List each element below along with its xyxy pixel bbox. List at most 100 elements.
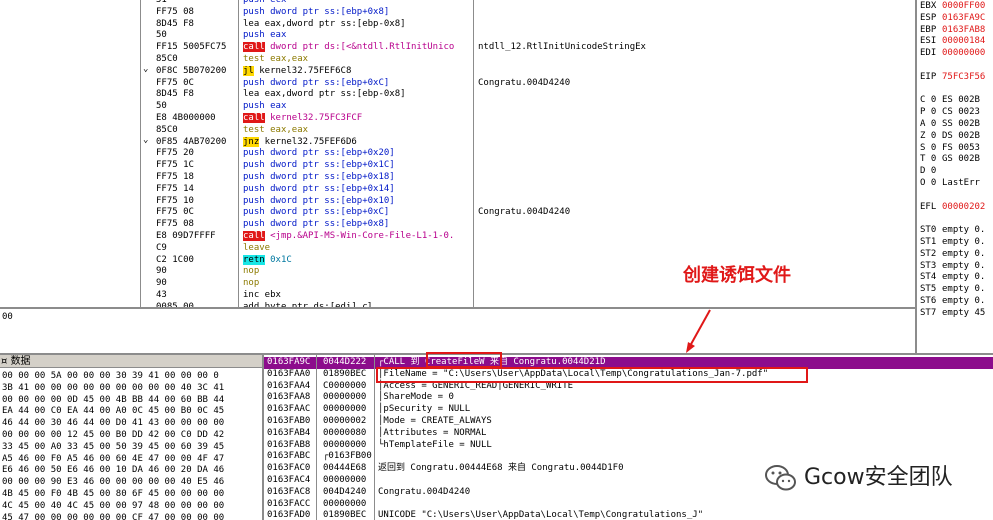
dump-row[interactable]: EA 44 00 C0 EA 44 00 A0 0C 45 00 B0 0C 4… bbox=[0, 406, 262, 418]
disasm-hex: C2 1C00 bbox=[156, 254, 194, 265]
register-row[interactable]: EBX 0000FF00 bbox=[920, 1, 993, 13]
register-row[interactable]: P 0 CS 0023 bbox=[920, 107, 993, 119]
disasm-hex: FF75 14 bbox=[156, 183, 194, 194]
register-row[interactable]: ST2 empty 0. bbox=[920, 249, 993, 261]
disasm-row[interactable]: FF75 0C push dword ptr ss:[ebp+0xC] Congra… bbox=[0, 78, 915, 90]
disasm-row[interactable]: FF75 10 push dword ptr ss:[ebp+0x10] bbox=[0, 196, 915, 208]
register-row[interactable]: ST5 empty 0. bbox=[920, 284, 993, 296]
disasm-operands: eax,eax bbox=[264, 124, 309, 135]
disasm-row[interactable]: ⌄ 0F85 4AB70200 jnz kernel32.75FEF6D6 bbox=[0, 135, 915, 149]
stack-comment: │Attributes = NORMAL bbox=[378, 427, 487, 438]
register-row[interactable]: ST3 empty 0. bbox=[920, 261, 993, 273]
register-row[interactable]: S 0 FS 0053 bbox=[920, 143, 993, 155]
register-row[interactable]: Z 0 DS 002B bbox=[920, 131, 993, 143]
disasm-row[interactable]: E8 4B000000 call kernel32.75FC3FCF bbox=[0, 112, 915, 125]
disasm-row[interactable]: FF75 18 push dword ptr ss:[ebp+0x18] bbox=[0, 172, 915, 184]
disasm-hex: 85C0 bbox=[156, 53, 178, 64]
disasm-row[interactable]: FF75 0C push dword ptr ss:[ebp+0xC] Congra… bbox=[0, 207, 915, 219]
dump-row[interactable]: 4B 45 00 F0 4B 45 00 80 6F 45 00 00 00 0… bbox=[0, 489, 262, 501]
register-row[interactable]: D 0 bbox=[920, 166, 993, 178]
dump-row[interactable]: A5 46 00 F0 A5 46 00 60 4E 47 00 00 4F 4… bbox=[0, 454, 262, 466]
disasm-mnemonic: push bbox=[243, 195, 265, 206]
disasm-row[interactable]: 50 push eax bbox=[0, 30, 915, 42]
register-row[interactable]: EBP 0163FAB8 bbox=[920, 25, 993, 37]
disasm-instruction: push dword ptr ss:[ebp+0x10] bbox=[243, 196, 395, 208]
dump-row[interactable]: 00 00 00 00 12 45 00 B0 DD 42 00 C0 DD 4… bbox=[0, 430, 262, 442]
register-row[interactable]: ST7 empty 45 bbox=[920, 308, 993, 320]
disasm-mnemonic: nop bbox=[243, 266, 260, 277]
dump-row[interactable]: 00 00 00 90 E3 46 00 00 00 00 00 40 E5 4… bbox=[0, 477, 262, 489]
stack-address: 0163FAB0 bbox=[267, 415, 311, 426]
register-row[interactable]: ESI 00000184 bbox=[920, 36, 993, 48]
disasm-instruction: leave bbox=[243, 243, 270, 255]
disasm-hex: 90 bbox=[156, 278, 167, 289]
disasm-operands: dword ptr ss:[ebp+0x20] bbox=[264, 148, 395, 159]
register-row[interactable]: A 0 SS 002B bbox=[920, 119, 993, 131]
dump-row[interactable]: 3B 41 00 00 00 00 00 00 00 00 00 40 3C 4… bbox=[0, 383, 262, 395]
stack-comment: └hTemplateFile = NULL bbox=[378, 439, 492, 450]
horizontal-divider-1 bbox=[0, 307, 915, 309]
register-name: S 0 bbox=[920, 142, 937, 153]
disasm-row[interactable]: 8D45 F8 lea eax,dword ptr ss:[ebp-0x8] bbox=[0, 89, 915, 101]
stack-address: 0163FABC bbox=[267, 451, 311, 462]
disasm-row[interactable]: 50 push eax bbox=[0, 101, 915, 113]
disasm-instruction: push dword ptr ss:[ebp+0x14] bbox=[243, 184, 395, 196]
register-row[interactable]: EIP 75FC3F56 bbox=[920, 72, 993, 84]
stack-address: 0163FAD0 bbox=[267, 510, 311, 520]
disasm-row[interactable]: 51 push ecx bbox=[0, 0, 915, 7]
disasm-row[interactable]: 85C0 test eax,eax bbox=[0, 125, 915, 137]
disasm-row[interactable]: E8 09D7FFFF call <jmp.&API-MS-Win-Core-Fi… bbox=[0, 230, 915, 243]
disasm-row[interactable]: ⌄ 0F8C 5B070200 jl kernel32.75FEF6C8 bbox=[0, 64, 915, 78]
disasm-mnemonic: lea bbox=[243, 18, 260, 29]
register-row[interactable]: C 0 ES 002B bbox=[920, 95, 993, 107]
stack-value: 00000000 bbox=[323, 498, 367, 509]
disasm-instruction: test eax,eax bbox=[243, 54, 308, 66]
register-row[interactable]: T 0 GS 002B bbox=[920, 154, 993, 166]
register-row[interactable]: EFL 00000202 bbox=[920, 202, 993, 214]
dump-row[interactable]: 00 00 00 00 0D 45 00 4B BB 44 00 60 BB 4… bbox=[0, 395, 262, 407]
register-row[interactable] bbox=[920, 213, 993, 225]
register-value: 00000000 bbox=[942, 48, 986, 59]
disasm-row[interactable]: FF15 5005FC75 call dword ptr ds:[<&ntdll.… bbox=[0, 42, 915, 54]
disasm-row[interactable]: FF75 1C push dword ptr ss:[ebp+0x1C] bbox=[0, 160, 915, 172]
dump-title-bar: ¤ 数据 bbox=[0, 355, 262, 368]
register-row[interactable] bbox=[920, 60, 993, 72]
disasm-mnemonic: push bbox=[243, 30, 265, 41]
register-row[interactable]: ST4 empty 0. bbox=[920, 272, 993, 284]
register-row[interactable]: ST0 empty 0. bbox=[920, 225, 993, 237]
disasm-operands: kernel32.75FEF6C8 bbox=[253, 65, 352, 76]
register-row[interactable]: O 0 LastErr bbox=[920, 178, 993, 190]
dump-row[interactable]: 33 45 00 A0 33 45 00 50 39 45 00 60 39 4… bbox=[0, 442, 262, 454]
dump-pane[interactable]: ¤ 数据 00 00 00 5A 00 00 00 30 39 41 00 00… bbox=[0, 355, 262, 520]
disasm-row[interactable]: FF75 08 push dword ptr ss:[ebp+0x8] bbox=[0, 219, 915, 231]
dump-row[interactable]: 46 44 00 30 46 44 00 D0 41 43 00 00 00 0… bbox=[0, 418, 262, 430]
disasm-row[interactable]: 43 inc ebx bbox=[0, 290, 915, 302]
register-row[interactable] bbox=[920, 84, 993, 96]
register-row[interactable]: ESP 0163FA9C bbox=[920, 13, 993, 25]
register-name: P 0 bbox=[920, 107, 937, 118]
stack-address: 0163FAA8 bbox=[267, 392, 311, 403]
disasm-hex: FF15 5005FC75 bbox=[156, 42, 227, 53]
register-row[interactable]: ST6 empty 0. bbox=[920, 296, 993, 308]
dump-row[interactable]: 4C 45 00 40 4C 45 00 00 97 48 00 00 00 0… bbox=[0, 501, 262, 513]
disasm-operands: kernel32.75FC3FCF bbox=[264, 112, 363, 123]
registers-pane[interactable]: EBX 0000FF00 ESP 0163FA9C EBP 0163FAB8 ESI 0000… bbox=[917, 0, 993, 330]
disasm-row[interactable]: FF75 08 push dword ptr ss:[ebp+0x8] bbox=[0, 7, 915, 19]
disasm-row[interactable]: 85C0 test eax,eax bbox=[0, 54, 915, 66]
dump-row[interactable]: 00 00 00 5A 00 00 00 30 39 41 00 00 00 0 bbox=[0, 371, 262, 383]
disasm-row[interactable]: FF75 20 push dword ptr ss:[ebp+0x20] bbox=[0, 148, 915, 160]
disasm-row[interactable]: FF75 14 push dword ptr ss:[ebp+0x14] bbox=[0, 184, 915, 196]
register-row[interactable] bbox=[920, 190, 993, 202]
register-row[interactable] bbox=[920, 320, 993, 330]
disasm-row[interactable]: 8D45 F8 lea eax,dword ptr ss:[ebp-0x8] bbox=[0, 19, 915, 31]
dump-row[interactable]: 45 47 00 00 00 00 00 00 CF 47 00 00 00 0… bbox=[0, 513, 262, 520]
disasm-instruction: push dword ptr ss:[ebp+0x1C] bbox=[243, 160, 395, 172]
disasm-row[interactable]: C9 leave bbox=[0, 243, 915, 255]
register-row[interactable]: EDI 00000000 bbox=[920, 48, 993, 60]
dump-row[interactable]: E6 46 00 50 E6 46 00 10 DA 46 00 20 DA 4… bbox=[0, 465, 262, 477]
disasm-divider-2 bbox=[238, 0, 239, 307]
disasm-instruction: inc ebx bbox=[243, 290, 281, 302]
disasm-mnemonic: jl bbox=[243, 65, 254, 76]
register-row[interactable]: ST1 empty 0. bbox=[920, 237, 993, 249]
disassembly-pane[interactable]: 51 push ecx FF75 08 push dword ptr ss:[ebp+… bbox=[0, 0, 915, 307]
